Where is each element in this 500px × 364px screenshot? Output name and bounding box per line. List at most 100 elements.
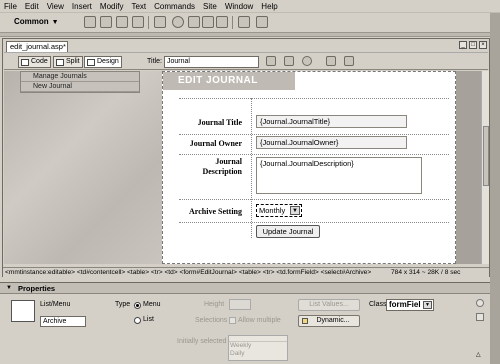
view-options-icon[interactable] [326, 56, 336, 66]
restore-icon[interactable]: □ [469, 41, 477, 49]
code-view-icon [21, 59, 29, 66]
selections-label: Selections [195, 317, 228, 324]
menu-window[interactable]: Window [225, 2, 253, 11]
collapse-icon[interactable]: ▼ [6, 285, 12, 291]
chevron-down-icon[interactable]: ▼ [290, 206, 300, 215]
class-label: Class [369, 301, 387, 308]
panel-grip[interactable] [490, 13, 500, 364]
menu-edit[interactable]: Edit [25, 2, 39, 11]
document-tab[interactable]: edit_journal.asp* [6, 41, 68, 52]
split-view-label: Split [66, 58, 80, 65]
properties-title: Properties [18, 284, 56, 293]
dynamic-icon [302, 318, 308, 324]
tag-chooser-icon[interactable] [256, 16, 268, 28]
expand-arrow-icon[interactable]: △ [476, 351, 481, 358]
status-bar: <mmtinstance:editable> <td#contentcell> … [3, 267, 489, 277]
journal-title-field[interactable]: {Journal.JournalTitle} [256, 115, 407, 128]
templates-icon[interactable] [238, 16, 250, 28]
toolbar-grip [0, 33, 500, 37]
type-list-label: List [143, 316, 154, 323]
menu-file[interactable]: File [4, 2, 17, 11]
content-cell: EDIT JOURNAL Journal Title {Journal.Jour… [162, 71, 456, 264]
file-management-icon[interactable] [266, 56, 276, 66]
image-icon[interactable] [172, 16, 184, 28]
menu-help[interactable]: Help [261, 2, 277, 11]
table-guide [179, 199, 449, 200]
email-link-icon[interactable] [100, 16, 112, 28]
visual-aids-icon[interactable] [344, 56, 354, 66]
toolbar-separator [232, 16, 233, 29]
code-view-label: Code [31, 58, 48, 65]
table-guide [179, 154, 449, 155]
right-column [456, 71, 481, 264]
type-menu-radio[interactable] [134, 302, 141, 309]
archive-setting-label: Archive Setting [189, 207, 242, 216]
document-toolbar: Code Split Design Title: Journal [4, 52, 488, 70]
allow-multiple-label: Allow multiple [238, 317, 281, 324]
split-view-icon [56, 59, 64, 66]
server-side-include-icon[interactable] [216, 16, 228, 28]
initially-selected-list[interactable]: Weekly Daily [228, 335, 288, 361]
element-name-input[interactable]: Archive [40, 316, 86, 327]
div-icon[interactable] [154, 16, 166, 28]
menu-view[interactable]: View [47, 2, 64, 11]
title-label: Title: [147, 58, 162, 65]
menu-text[interactable]: Text [131, 2, 146, 11]
code-view-button[interactable]: Code [18, 56, 51, 68]
insert-category-dropdown[interactable]: Common ▼ [14, 17, 59, 26]
journal-description-label-line2: Description [202, 167, 242, 176]
named-anchor-icon[interactable] [116, 16, 128, 28]
split-view-button[interactable]: Split [53, 56, 83, 68]
table-icon[interactable] [132, 16, 144, 28]
list-values-button[interactable]: List Values... [298, 299, 360, 311]
menu-commands[interactable]: Commands [154, 2, 195, 11]
nav-link-manage-journals[interactable]: Manage Journals [21, 72, 139, 82]
hyperlink-icon[interactable] [84, 16, 96, 28]
journal-owner-field[interactable]: {Journal.JournalOwner} [256, 136, 407, 149]
list-option-weekly[interactable]: Weekly [229, 342, 287, 350]
table-guide [251, 98, 252, 238]
help-icon[interactable] [476, 299, 484, 307]
height-input[interactable] [229, 299, 251, 310]
journal-description-textarea[interactable]: {Journal.JournalDescription} [256, 157, 422, 194]
list-option-daily[interactable]: Daily [229, 350, 287, 358]
vertical-scrollbar[interactable] [481, 71, 489, 264]
journal-title-label: Journal Title [197, 118, 242, 127]
properties-panel: ▼ Properties List/Menu Archive Type Menu… [0, 282, 490, 364]
element-type-label: List/Menu [40, 301, 71, 308]
menu-insert[interactable]: Insert [72, 2, 92, 11]
date-icon[interactable] [202, 16, 214, 28]
design-canvas[interactable]: Manage Journals New Journal EDIT JOURNAL… [4, 71, 481, 264]
preview-browser-icon[interactable] [284, 56, 294, 66]
minimize-icon[interactable]: _ [459, 41, 467, 49]
refresh-icon[interactable] [302, 56, 312, 66]
tag-selector[interactable]: <mmtinstance:editable> <td#contentcell> … [5, 268, 371, 277]
dynamic-button[interactable]: Dynamic... [298, 315, 360, 327]
toolbar-separator [148, 16, 149, 29]
allow-multiple-checkbox[interactable] [229, 317, 236, 324]
scrollbar-thumb[interactable] [483, 126, 489, 186]
table-guide [179, 98, 449, 99]
properties-header[interactable]: ▼ Properties [0, 283, 490, 294]
title-input[interactable]: Journal [164, 56, 259, 68]
class-select[interactable]: formFiel ▼ [386, 299, 434, 311]
type-list-radio[interactable] [134, 317, 141, 324]
update-journal-button[interactable]: Update Journal [256, 225, 320, 238]
table-guide [179, 134, 449, 135]
class-select-value: formFiel [389, 300, 421, 309]
nav-table: Manage Journals New Journal [20, 71, 140, 93]
chevron-down-icon: ▼ [51, 19, 59, 26]
page-header: EDIT JOURNAL [163, 72, 295, 90]
nav-link-new-journal[interactable]: New Journal [21, 82, 139, 92]
left-panel: Manage Journals New Journal [4, 71, 162, 264]
menu-site[interactable]: Site [203, 2, 217, 11]
menu-modify[interactable]: Modify [100, 2, 124, 11]
archive-select[interactable]: Monthly ▼ [256, 204, 302, 217]
table-guide [179, 222, 449, 223]
window-size[interactable]: 784 x 314 ~ 28K / 8 sec [391, 268, 460, 277]
close-icon[interactable]: × [479, 41, 487, 49]
quick-tag-editor-icon[interactable] [476, 313, 484, 321]
journal-owner-label: Journal Owner [189, 139, 242, 148]
design-view-button[interactable]: Design [84, 56, 122, 68]
media-icon[interactable] [188, 16, 200, 28]
